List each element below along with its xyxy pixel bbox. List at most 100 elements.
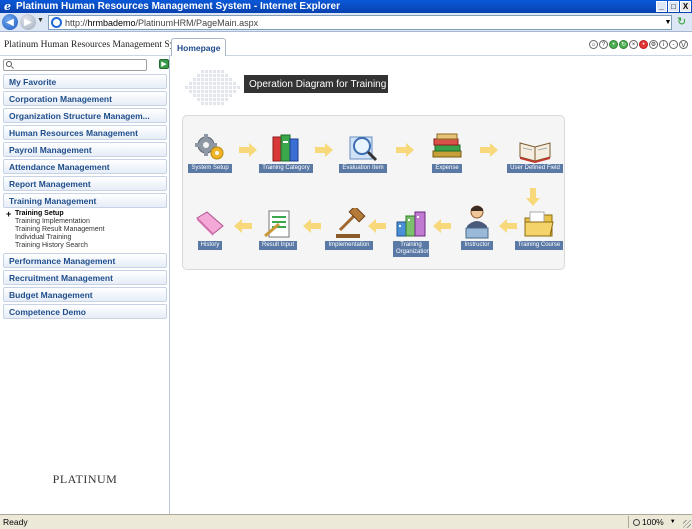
sidebar-item-attendance[interactable]: Attendance Management	[3, 159, 167, 174]
banner-dot	[213, 86, 216, 89]
forward-button[interactable]: ▶	[20, 14, 36, 30]
resize-grip-icon[interactable]	[683, 520, 691, 528]
banner-dot	[225, 86, 228, 89]
back-arrow-icon: ◀	[6, 16, 14, 28]
node-implementation[interactable]: Implementation	[324, 205, 374, 250]
node-label: User Defined Field	[507, 164, 563, 173]
banner-dot	[221, 78, 224, 81]
node-evaluation-item[interactable]: Evaluation Item	[339, 131, 387, 173]
instructor-icon	[460, 204, 494, 240]
node-label: Result Input	[258, 241, 298, 250]
search-go-button[interactable]: ▶	[159, 59, 169, 69]
tab-homepage[interactable]: Homepage	[171, 38, 227, 56]
maximize-button[interactable]: □	[668, 1, 679, 12]
sidebar-item-performance[interactable]: Performance Management	[3, 253, 167, 268]
diagram-title: Operation Diagram for Training	[244, 75, 388, 93]
banner-dot	[233, 86, 236, 89]
node-system-setup[interactable]: System Setup	[187, 131, 233, 173]
banner-dot	[205, 78, 208, 81]
logout-icon[interactable]: •	[639, 40, 648, 49]
node-label: System Setup	[188, 164, 232, 173]
node-instructor[interactable]: Instructor	[454, 204, 500, 250]
banner-dot	[189, 82, 192, 85]
settings-icon[interactable]: ⚙	[649, 40, 658, 49]
url-dropdown-icon[interactable]: ▼	[664, 16, 672, 28]
close-tab-icon[interactable]: ×	[629, 40, 638, 49]
submenu-item-training-setup[interactable]: + Training Setup	[3, 210, 167, 219]
sidebar-item-recruitment[interactable]: Recruitment Management	[3, 270, 167, 285]
sidebar-item-budget[interactable]: Budget Management	[3, 287, 167, 302]
banner-dot	[205, 74, 208, 77]
banner-dot	[225, 98, 228, 101]
node-training-organization[interactable]: Training Organization	[388, 208, 434, 257]
url-input[interactable]: http://hrmbademo/PlatinumHRM/PageMain.as…	[48, 15, 672, 30]
search-input[interactable]	[3, 59, 147, 71]
pink-folder-icon	[193, 208, 227, 240]
banner-dot	[197, 78, 200, 81]
node-expense[interactable]: Expense	[424, 131, 470, 173]
training-operation-diagram: System Setup Training Category Evaluatio…	[182, 115, 565, 270]
status-bar: Ready 100% ▼	[0, 514, 692, 529]
book-stack-icon	[430, 131, 464, 163]
sidebar-item-organization-structure[interactable]: Organization Structure Managem...	[3, 108, 167, 123]
banner-dot	[201, 90, 204, 93]
zoom-control[interactable]: 100% ▼	[628, 516, 684, 528]
sidebar-item-training[interactable]: Training Management	[3, 193, 167, 208]
submenu-item-training-result[interactable]: Training Result Management	[3, 226, 167, 234]
banner-dot	[197, 74, 200, 77]
back-button[interactable]: ◀	[2, 14, 18, 30]
banner-dot	[217, 70, 220, 73]
banner-dot	[201, 94, 204, 97]
banner-dot	[217, 74, 220, 77]
minimize-button[interactable]: _	[656, 1, 667, 12]
submenu-item-training-history[interactable]: Training History Search	[3, 242, 167, 250]
clipboard-icon	[261, 208, 295, 240]
banner-dot	[197, 98, 200, 101]
banner-dot	[201, 98, 204, 101]
sidebar-item-my-favorite[interactable]: My Favorite	[3, 74, 167, 89]
banner-dot	[213, 78, 216, 81]
banner-dot	[225, 82, 228, 85]
zoom-level: 100%	[642, 517, 664, 527]
close-window-button[interactable]: X	[680, 1, 691, 12]
banner-dot	[213, 90, 216, 93]
node-user-defined-field[interactable]: User Defined Field	[507, 131, 563, 173]
window-title-bar: e Platinum Human Resources Management Sy…	[0, 0, 692, 13]
info-icon[interactable]: i	[659, 40, 668, 49]
sidebar-item-human-resources[interactable]: Human Resources Management	[3, 125, 167, 140]
submenu-item-training-implementation[interactable]: Training Implementation	[3, 218, 167, 226]
login-icon[interactable]: •	[609, 40, 618, 49]
history-dropdown-icon[interactable]: ▼	[37, 17, 44, 24]
sidebar-item-report[interactable]: Report Management	[3, 176, 167, 191]
banner-dot	[209, 90, 212, 93]
minimize-panel-icon[interactable]: -	[669, 40, 678, 49]
url-host: hrmbademo	[87, 17, 136, 28]
refresh-app-icon[interactable]: ↻	[619, 40, 628, 49]
training-submenu: + Training Setup Training Implementation …	[3, 210, 167, 250]
folder-icon	[522, 208, 556, 240]
banner-dot	[221, 94, 224, 97]
url-path: /PlatinumHRM/PageMain.aspx	[135, 17, 259, 28]
node-training-category[interactable]: Training Category	[259, 131, 313, 173]
refresh-icon[interactable]: ↻	[677, 16, 689, 28]
banner-dot	[193, 90, 196, 93]
app-title: Platinum Human Resources Management Syst…	[4, 40, 193, 50]
help-icon[interactable]: ?	[599, 40, 608, 49]
node-training-course[interactable]: Training Course	[514, 208, 564, 250]
sidebar-item-payroll[interactable]: Payroll Management	[3, 142, 167, 157]
submenu-item-individual-training[interactable]: Individual Training	[3, 234, 167, 242]
ie-page-icon	[51, 17, 62, 28]
sidebar-item-competence-demo[interactable]: Competence Demo	[3, 304, 167, 319]
banner-dot	[221, 74, 224, 77]
forward-arrow-icon: ▶	[24, 16, 32, 28]
sidebar-item-corporation-management[interactable]: Corporation Management	[3, 91, 167, 106]
node-history[interactable]: History	[187, 208, 233, 250]
collapse-icon[interactable]: ⋁	[679, 40, 688, 49]
banner-dot	[209, 78, 212, 81]
banner-dot	[201, 70, 204, 73]
magnifier-icon	[346, 131, 380, 163]
zoom-dropdown-icon[interactable]: ▼	[670, 519, 676, 525]
node-result-input[interactable]: Result Input	[255, 208, 301, 250]
home-icon[interactable]: ⌂	[589, 40, 598, 49]
arrow-left-icon	[303, 219, 321, 233]
